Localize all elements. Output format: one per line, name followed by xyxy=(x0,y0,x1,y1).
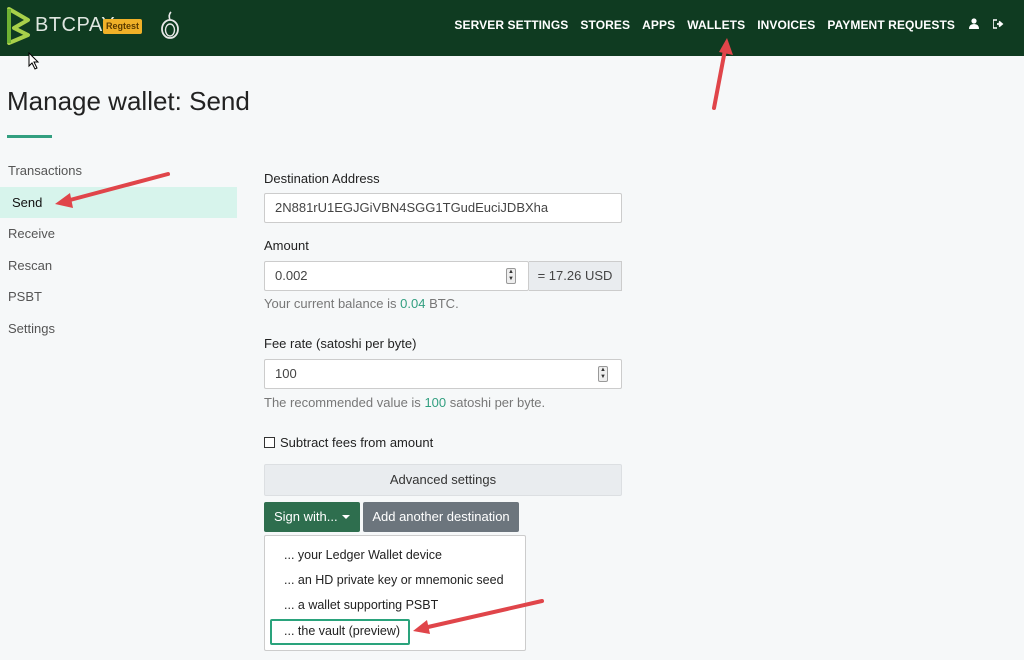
subtract-fees-row: Subtract fees from amount xyxy=(264,435,433,450)
sign-out-icon[interactable] xyxy=(992,18,1004,32)
amount-label: Amount xyxy=(264,238,309,253)
amount-input[interactable]: 0.002 xyxy=(264,261,529,291)
nav-apps[interactable]: APPS xyxy=(642,18,675,32)
fee-help-value: 100 xyxy=(424,395,447,410)
tor-onion-icon[interactable] xyxy=(160,11,180,39)
add-destination-button[interactable]: Add another destination xyxy=(363,502,519,532)
user-icon[interactable] xyxy=(969,18,979,32)
destination-address-input[interactable]: 2N881rU1EGJGiVBN4SGG1TGudEuciJDBXha xyxy=(264,193,622,223)
advanced-settings-button[interactable]: Advanced settings xyxy=(264,464,622,496)
wallet-sidebar: Transactions Send Receive Rescan PSBT Se… xyxy=(0,155,237,344)
sidebar-item-settings[interactable]: Settings xyxy=(0,313,237,345)
subtract-fees-label[interactable]: Subtract fees from amount xyxy=(280,435,433,450)
amount-stepper[interactable]: ▲ ▼ xyxy=(506,268,516,284)
fee-help-text: The recommended value is 100 satoshi per… xyxy=(264,395,545,410)
sidebar-item-transactions[interactable]: Transactions xyxy=(0,155,237,187)
balance-help-text: Your current balance is 0.04 BTC. xyxy=(264,296,459,311)
sign-option-hd-key[interactable]: ... an HD private key or mnemonic seed xyxy=(284,573,504,587)
nav-wallets[interactable]: WALLETS xyxy=(687,18,745,32)
vault-highlight-box xyxy=(270,619,410,645)
destination-address-label: Destination Address xyxy=(264,171,380,186)
nav-server-settings[interactable]: SERVER SETTINGS xyxy=(454,18,568,32)
fee-rate-stepper[interactable]: ▲ ▼ xyxy=(598,366,608,382)
sidebar-item-send[interactable]: Send xyxy=(0,186,237,218)
title-underline xyxy=(7,135,52,138)
balance-prefix: Your current balance is xyxy=(264,296,397,311)
sign-option-psbt[interactable]: ... a wallet supporting PSBT xyxy=(284,598,438,612)
sign-with-label: Sign with... xyxy=(274,509,338,524)
nav-payment-requests[interactable]: PAYMENT REQUESTS xyxy=(827,18,955,32)
sidebar-item-psbt[interactable]: PSBT xyxy=(0,281,237,313)
subtract-fees-checkbox[interactable] xyxy=(264,437,275,448)
main-nav: SERVER SETTINGS STORES APPS WALLETS INVO… xyxy=(442,18,1004,32)
fee-help-prefix: The recommended value is xyxy=(264,395,421,410)
sidebar-item-rescan[interactable]: Rescan xyxy=(0,250,237,282)
nav-invoices[interactable]: INVOICES xyxy=(757,18,815,32)
mouse-cursor-icon xyxy=(28,52,40,70)
btcpay-logo-icon[interactable] xyxy=(6,7,32,45)
network-badge: Regtest xyxy=(103,19,143,34)
balance-value: 0.04 xyxy=(400,296,426,311)
balance-suffix: BTC. xyxy=(429,296,459,311)
fee-rate-label: Fee rate (satoshi per byte) xyxy=(264,336,417,351)
nav-stores[interactable]: STORES xyxy=(580,18,630,32)
sign-with-button[interactable]: Sign with... xyxy=(264,502,360,532)
sidebar-item-receive[interactable]: Receive xyxy=(0,218,237,250)
top-navbar: BTCPAY Regtest SERVER SETTINGS STORES AP… xyxy=(0,0,1024,56)
fee-rate-input[interactable]: 100 xyxy=(264,359,622,389)
caret-down-icon xyxy=(342,515,350,519)
sign-option-ledger[interactable]: ... your Ledger Wallet device xyxy=(284,548,442,562)
page-title: Manage wallet: Send xyxy=(7,86,250,116)
amount-fiat-value: = 17.26 USD xyxy=(529,261,622,291)
fee-help-suffix: satoshi per byte. xyxy=(449,395,546,410)
